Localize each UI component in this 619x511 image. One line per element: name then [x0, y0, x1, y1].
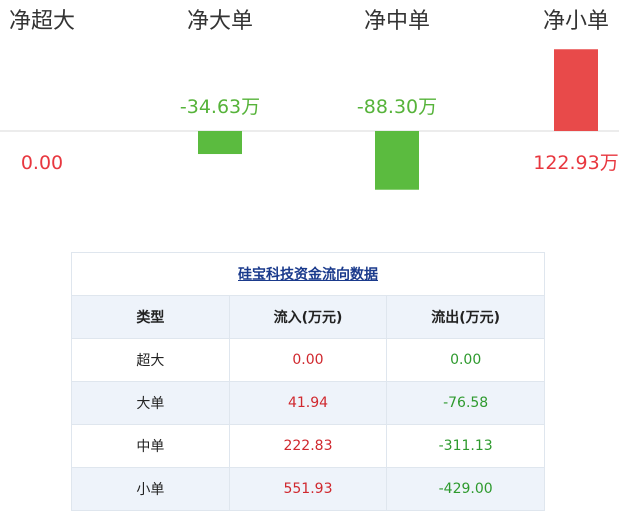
table-caption: 硅宝科技资金流向数据 [71, 252, 545, 296]
row-outflow: -429.00 [386, 467, 545, 511]
row-type: 大单 [71, 381, 230, 425]
table-row: 中单 222.83 -311.13 [71, 424, 545, 468]
data-label: -88.30万 [357, 96, 437, 118]
row-inflow: 551.93 [228, 467, 388, 511]
fund-flow-table: 硅宝科技资金流向数据 类型 流入(万元) 流出(万元) 超大 0.00 0.00… [71, 252, 545, 511]
header-type: 类型 [71, 295, 230, 339]
data-label: 0.00 [21, 152, 63, 174]
net-flow-bar-chart: 净超大 0.00 净大单 -34.63万 净中单 -88.30万 净小单 122.93万 [0, 9, 619, 190]
category-label: 净大单 [187, 9, 253, 34]
header-inflow: 流入(万元) [228, 295, 388, 339]
row-outflow: 0.00 [386, 338, 545, 382]
header-outflow: 流出(万元) [386, 295, 545, 339]
row-type: 小单 [71, 467, 230, 511]
data-label: -34.63万 [180, 96, 260, 118]
table-title-link[interactable]: 硅宝科技资金流向数据 [238, 267, 378, 283]
table-row: 超大 0.00 0.00 [71, 338, 545, 382]
row-inflow: 222.83 [228, 424, 388, 468]
row-outflow: -311.13 [386, 424, 545, 468]
row-inflow: 41.94 [228, 381, 388, 425]
category-label: 净超大 [9, 9, 75, 34]
row-type: 超大 [71, 338, 230, 382]
data-label: 122.93万 [533, 152, 618, 174]
table-row: 大单 41.94 -76.58 [71, 381, 545, 425]
category-label: 净中单 [364, 9, 430, 34]
table-row: 小单 551.93 -429.00 [71, 467, 545, 511]
bar [375, 131, 419, 190]
row-outflow: -76.58 [386, 381, 545, 425]
row-inflow: 0.00 [228, 338, 388, 382]
row-type: 中单 [71, 424, 230, 468]
bar [198, 131, 242, 155]
table-header-row: 类型 流入(万元) 流出(万元) [71, 295, 545, 339]
bar [554, 49, 598, 131]
category-label: 净小单 [543, 9, 609, 34]
